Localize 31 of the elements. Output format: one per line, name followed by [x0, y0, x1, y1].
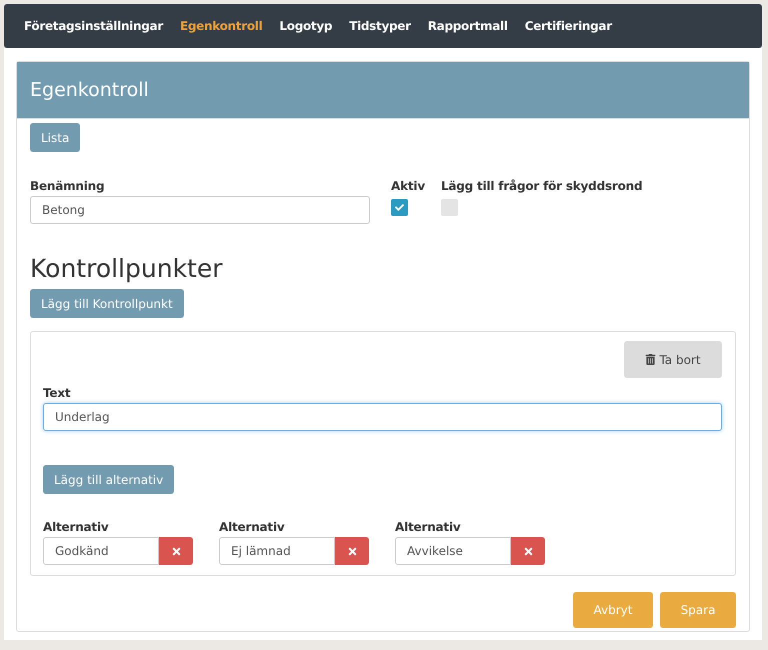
close-icon	[522, 546, 534, 556]
nav-link[interactable]: Egenkontroll	[180, 19, 262, 33]
checkbox[interactable]	[391, 199, 408, 216]
option-input[interactable]: Avvikelse	[395, 537, 511, 565]
panel-title: Egenkontroll	[30, 79, 149, 101]
section-title: Kontrollpunkter	[30, 254, 224, 283]
close-icon	[346, 546, 358, 556]
nav-link[interactable]: Rapportmall	[428, 19, 508, 33]
checkbox[interactable]	[440, 199, 458, 216]
close-icon	[170, 546, 182, 556]
remove-button[interactable]	[159, 537, 193, 565]
field-label: Text	[43, 386, 72, 400]
nav-link[interactable]: Logotyp	[279, 19, 332, 33]
field-label: Benämning	[30, 179, 106, 193]
delete-button[interactable]: Ta bort	[624, 341, 722, 378]
nav-link[interactable]: Tidstyper	[349, 19, 411, 33]
checkbox-label: Aktiv	[391, 179, 425, 193]
nav-link[interactable]: Certifieringar	[524, 19, 612, 33]
checkbox-label: Lägg till frågor för skyddsrond	[440, 179, 642, 193]
checkmark-icon	[395, 203, 404, 212]
option-input[interactable]: Ej lämnad	[219, 537, 335, 565]
field-label: Alternativ	[43, 520, 110, 534]
trash-icon	[645, 354, 656, 365]
remove-button[interactable]	[511, 537, 545, 565]
option-input[interactable]: Godkänd	[43, 537, 159, 565]
remove-button[interactable]	[335, 537, 369, 565]
field-label: Alternativ	[219, 520, 286, 534]
name-input[interactable]: Betong	[30, 196, 370, 224]
nav-link[interactable]: Företagsinställningar	[24, 19, 163, 33]
field-label: Alternativ	[395, 520, 462, 534]
text-input[interactable]: Underlag	[43, 403, 722, 431]
